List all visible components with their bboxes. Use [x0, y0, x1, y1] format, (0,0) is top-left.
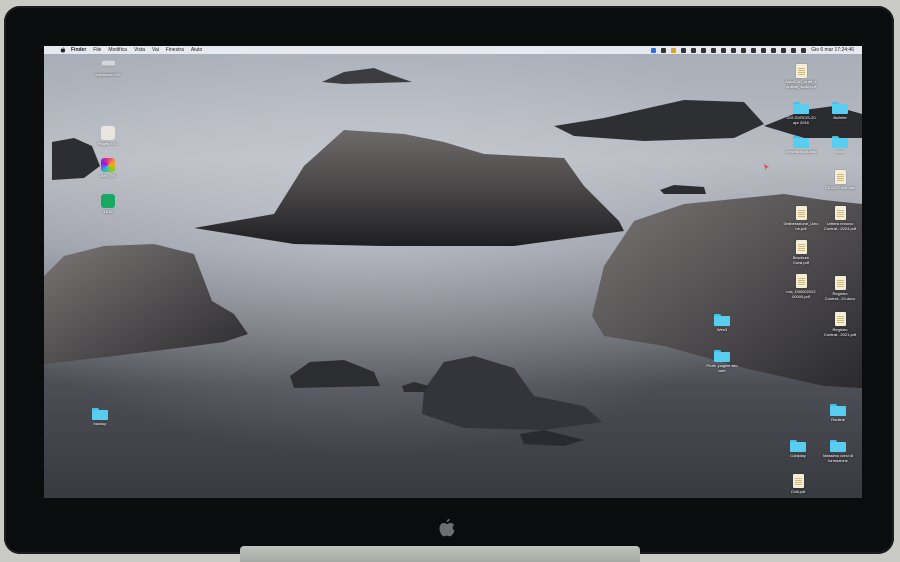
- status-icon-2[interactable]: [661, 47, 667, 53]
- document-icon: [834, 206, 846, 220]
- menu-item-aiuto[interactable]: Aiuto: [191, 47, 202, 53]
- menu-item-vai[interactable]: Vai: [152, 47, 159, 53]
- desktop-icon-label: Coldplay: [790, 453, 806, 458]
- folder-icon: [92, 408, 108, 420]
- document-icon: [795, 240, 807, 254]
- desktop-icon-profe[interactable]: Profe -pagine sito web: [699, 350, 745, 373]
- menu-item-file[interactable]: File: [93, 47, 101, 53]
- desktop-icon-label: Pages XYZ: [97, 141, 119, 146]
- desktop-screen: Finder File Modifica Vista Vai Finestra …: [44, 46, 862, 498]
- desktop-icon-label: Brochure Corsi.pdf: [792, 255, 810, 265]
- app-icon: [101, 126, 115, 140]
- status-icon-9[interactable]: [731, 47, 737, 53]
- status-icon-1[interactable]: [651, 47, 657, 53]
- document-icon: [834, 312, 846, 326]
- desktop-icon-backup[interactable]: backup: [77, 408, 123, 426]
- desktop-icon-macintosh-hd[interactable]: Macintosh HD: [85, 58, 131, 77]
- folder-icon: [832, 136, 848, 148]
- desktop-icon-ods[interactable]: 230420746B.ods: [817, 170, 862, 190]
- document-icon: [795, 206, 807, 220]
- desktop-icon-label: AutoCAD_draft_e ordinal_stato.pdf: [785, 79, 817, 89]
- folder-icon: [793, 136, 809, 148]
- desktop-icon-label: Vendita su subito: [785, 149, 817, 154]
- document-icon: [795, 64, 807, 78]
- menu-item-finder[interactable]: Finder: [71, 47, 86, 53]
- desktop-icon-label: Massimo corsi di formazione: [823, 453, 853, 463]
- apple-menu-icon[interactable]: [60, 47, 66, 53]
- desktop-icon-label: BNI_TN: [100, 173, 116, 178]
- menu-clock[interactable]: Gio 6 mar 17:24:46: [811, 47, 854, 53]
- menu-item-modifica[interactable]: Modifica: [108, 47, 127, 53]
- desktop-icon-wes3[interactable]: Wes3: [699, 314, 745, 332]
- desktop-icon-label: Bollette: [833, 115, 847, 120]
- status-icon-10[interactable]: [741, 47, 747, 53]
- folder-icon: [793, 102, 809, 114]
- folder-icon: [790, 440, 806, 452]
- folder-icon: [832, 102, 848, 114]
- desktop-icon-label: Wes3: [716, 327, 728, 332]
- desktop-icon-label: Registro Contrat...23.docx: [824, 291, 856, 301]
- wallpaper-rocks: [44, 68, 862, 446]
- desktop-icon-label: CIG DVRCIS-20 apr 2016: [786, 115, 816, 125]
- green-app-icon: [101, 194, 115, 208]
- wifi-icon[interactable]: [771, 47, 777, 53]
- monitor-bezel: Finder File Modifica Vista Vai Finestra …: [4, 6, 894, 554]
- desktop-icon-label: Sitto: [835, 149, 844, 154]
- desktop-icon-label: mic_D00002022 00000.pdf: [786, 289, 816, 299]
- desktop-icon-registro-pdf[interactable]: Registro Contrat...2021.pdf: [817, 312, 862, 337]
- hard-drive-icon: [101, 60, 115, 69]
- search-icon[interactable]: [791, 47, 797, 53]
- document-icon: [792, 474, 804, 488]
- status-icon-3[interactable]: [671, 47, 677, 53]
- menu-item-finestra[interactable]: Finestra: [166, 47, 184, 53]
- status-icon-5[interactable]: [691, 47, 697, 53]
- folder-icon: [714, 350, 730, 362]
- menu-bar: Finder File Modifica Vista Vai Finestra …: [44, 46, 862, 54]
- status-icon-4[interactable]: [681, 47, 687, 53]
- desktop-icon-brochure[interactable]: Brochure Corsi.pdf: [778, 240, 824, 265]
- desktop-icon-label: Deliberazione_Unio ne.pdf: [783, 221, 819, 231]
- desktop-icon-bni[interactable]: BNI_TN: [85, 158, 131, 178]
- desktop-icon-lettera[interactable]: Lettera rinnovo Contrat...2024.pdf: [817, 206, 862, 231]
- document-icon: [834, 170, 846, 184]
- folder-icon: [714, 314, 730, 326]
- desktop-icon-bollette[interactable]: Bollette: [817, 102, 862, 120]
- menu-item-vista[interactable]: Vista: [134, 47, 145, 53]
- desktop-icon-routine[interactable]: Routine: [815, 404, 861, 422]
- desktop-icon-label: Profe -pagine sito web: [706, 363, 738, 373]
- document-icon: [795, 274, 807, 288]
- desktop-icon-sitto[interactable]: Sitto: [817, 136, 862, 154]
- desktop-icon-label: 1618: [103, 209, 113, 214]
- status-icon-8[interactable]: [721, 47, 727, 53]
- status-icon-6[interactable]: [701, 47, 707, 53]
- desktop-icon-label: Macintosh HD: [95, 72, 121, 77]
- control-center-icon[interactable]: [781, 47, 787, 53]
- siri-icon[interactable]: [801, 47, 807, 53]
- apple-logo: [439, 518, 455, 537]
- volume-icon[interactable]: [751, 47, 757, 53]
- desktop-icon-pages-xyz[interactable]: Pages XYZ: [85, 126, 131, 146]
- desktop-icon-autocad-pdf[interactable]: AutoCAD_draft_e ordinal_stato.pdf: [778, 64, 824, 89]
- bluetooth-icon[interactable]: [761, 47, 767, 53]
- desktop-icon-label: Lettera rinnovo Contrat...2024.pdf: [823, 221, 857, 231]
- monitor-stand: [240, 546, 640, 562]
- desktop-icon-1618[interactable]: 1618: [85, 194, 131, 214]
- desktop-icon-label: backup: [93, 421, 107, 426]
- folder-icon: [830, 404, 846, 416]
- document-icon: [834, 276, 846, 290]
- colorful-app-icon: [101, 158, 115, 172]
- desktop-icon-label: Routine: [831, 417, 845, 422]
- desktop-icon-label: 230420746B.ods: [824, 185, 856, 190]
- desktop-icon-massimo[interactable]: Massimo corsi di formazione: [815, 440, 861, 463]
- status-icon-7[interactable]: [711, 47, 717, 53]
- desktop-icon-label: Registro Contrat...2021.pdf: [823, 327, 857, 337]
- status-menu-area: Gio 6 mar 17:24:46: [651, 46, 854, 54]
- desktop-icon-chili[interactable]: Chili.pdf: [775, 474, 821, 494]
- mouse-pointer-icon: [764, 164, 769, 170]
- desktop-icon-registro-docx[interactable]: Registro Contrat...23.docx: [817, 276, 862, 301]
- desktop-icon-label: Chili.pdf: [790, 489, 806, 494]
- folder-icon: [830, 440, 846, 452]
